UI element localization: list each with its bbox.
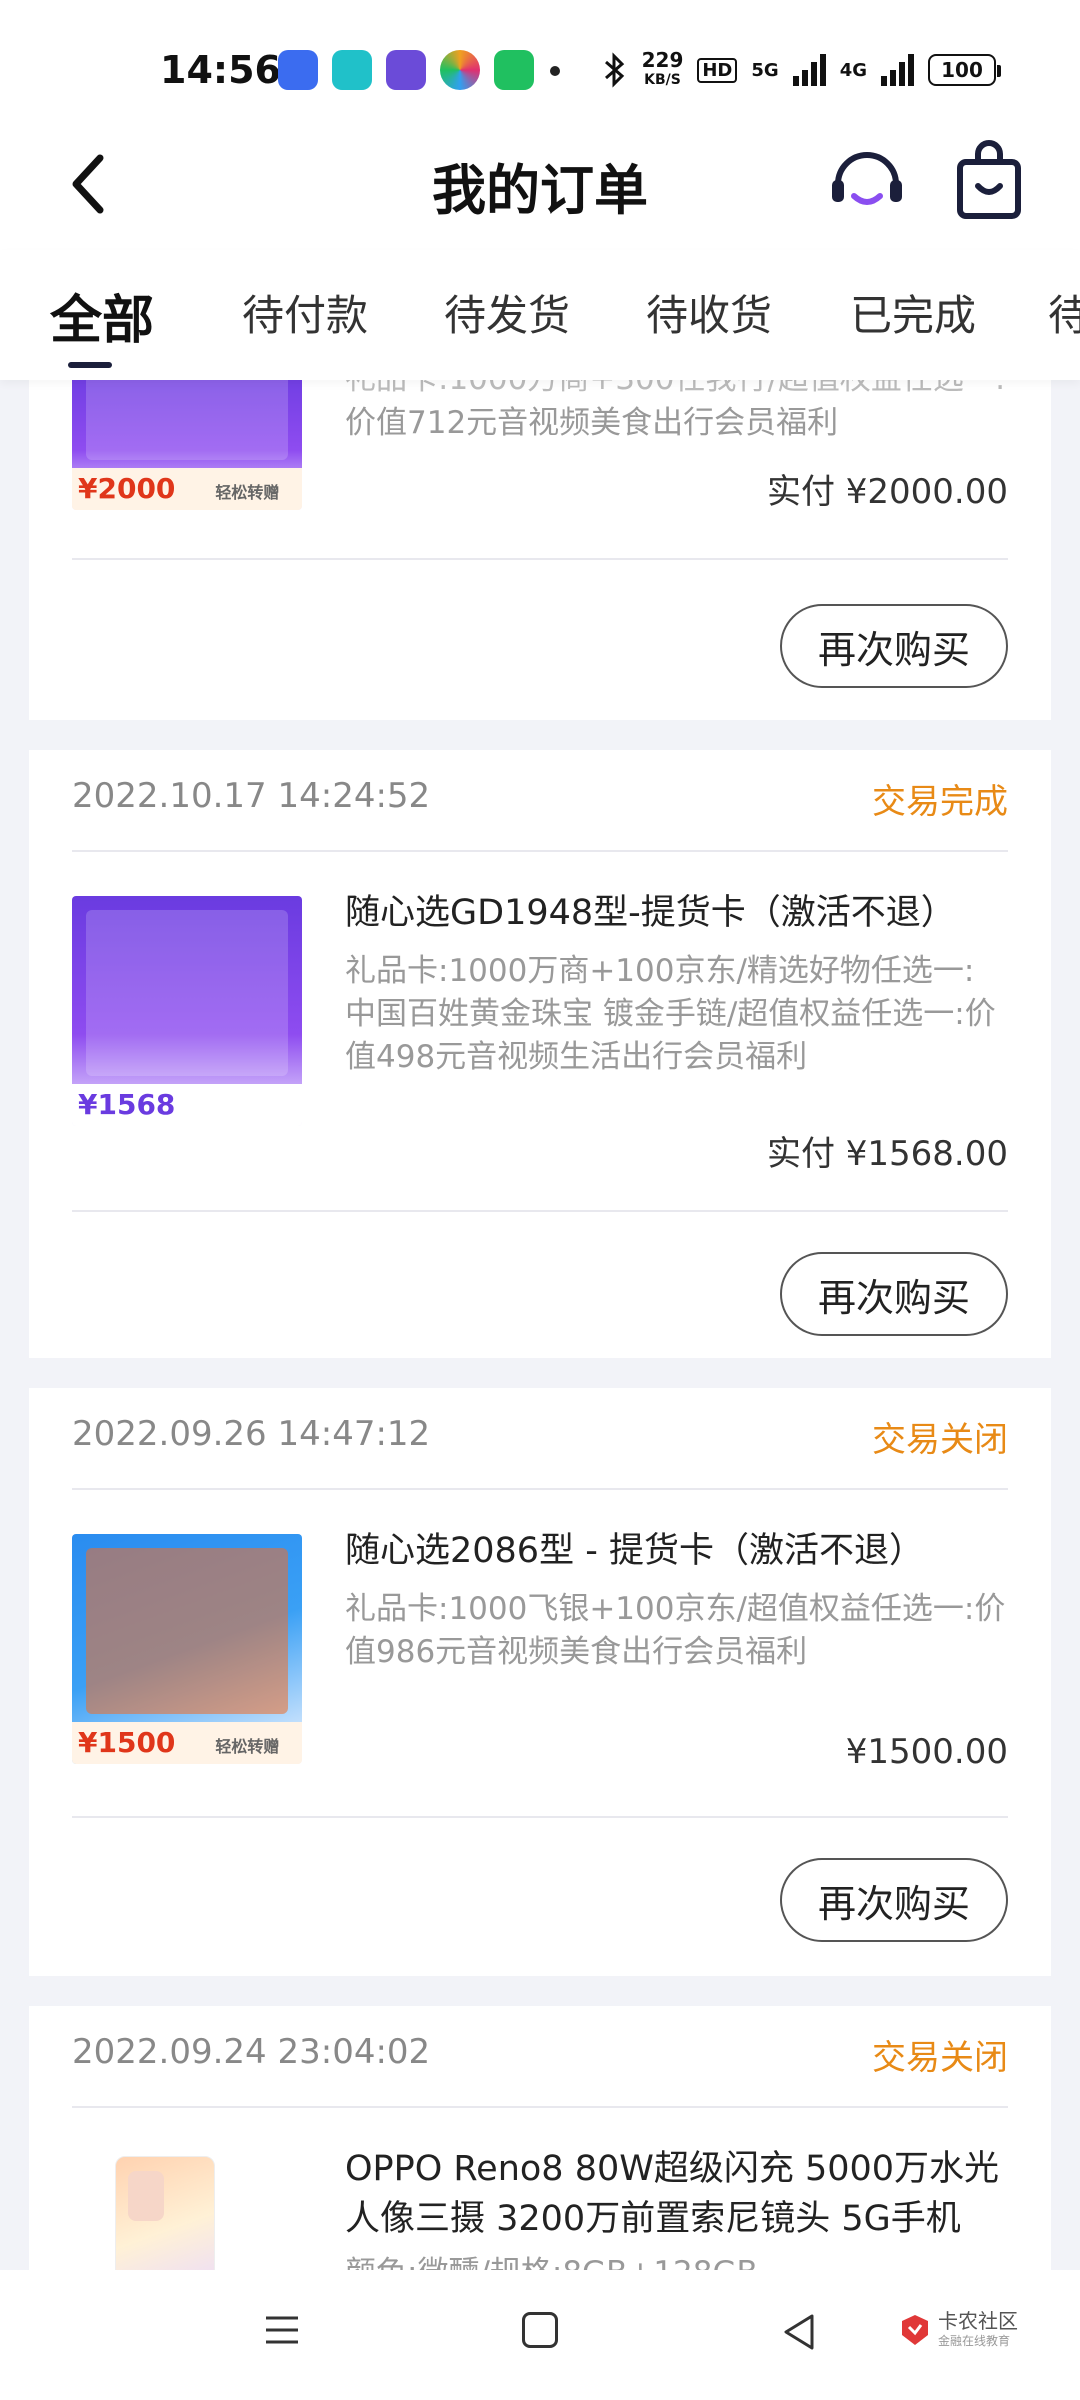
thumbnail-graphic bbox=[86, 380, 288, 460]
shield-app-icon bbox=[278, 50, 318, 90]
order-date: 2022.10.17 14:24:52 bbox=[72, 776, 431, 816]
customer-service-icon[interactable] bbox=[826, 140, 908, 222]
product-description: 颜色:微醺/规格:8GB+128GB bbox=[345, 2252, 1011, 2270]
tab-all[interactable]: 全部 bbox=[50, 278, 154, 353]
colorful-app-icon bbox=[440, 50, 480, 90]
buy-again-button[interactable]: 再次购买 bbox=[780, 1252, 1008, 1336]
bluetooth-icon bbox=[604, 52, 624, 88]
home-button-icon[interactable] bbox=[522, 2312, 558, 2348]
divider bbox=[72, 850, 1008, 852]
order-status: 交易关闭 bbox=[872, 2038, 1008, 2078]
tieba-app-icon bbox=[386, 50, 426, 90]
active-tab-indicator bbox=[68, 362, 112, 368]
thumbnail-price: ¥1568 bbox=[72, 1084, 302, 1126]
notification-icons bbox=[278, 50, 534, 90]
buy-again-button[interactable]: 再次购买 bbox=[780, 604, 1008, 688]
tab-pending-payment[interactable]: 待付款 bbox=[242, 282, 368, 343]
order-date: 2022.09.26 14:47:12 bbox=[72, 1414, 431, 1454]
home-app-icon bbox=[332, 50, 372, 90]
divider bbox=[72, 1210, 1008, 1212]
order-card: ¥2000轻松转赠 礼品卡:1000万商+300任我行/超值权益任选一: 价值7… bbox=[29, 380, 1051, 720]
signal-5g-icon bbox=[792, 54, 826, 86]
divider bbox=[72, 558, 1008, 560]
product-description: 礼品卡:1000万商+100京东/精选好物任选一: 中国百姓黄金珠宝 镀金手链/… bbox=[345, 953, 996, 1075]
shopping-bag-icon[interactable] bbox=[954, 140, 1024, 222]
phone-camera-icon bbox=[128, 2171, 164, 2221]
order-price: ¥1500.00 bbox=[845, 1732, 1008, 1772]
thumbnail-price: ¥1500 轻松转赠 bbox=[72, 1722, 302, 1764]
network-4g-label: 4G bbox=[839, 59, 867, 81]
order-price: 实付 ¥1568.00 bbox=[766, 1134, 1008, 1174]
order-status: 交易完成 bbox=[872, 782, 1008, 822]
order-price: 实付 ¥2000.00 bbox=[766, 472, 1008, 512]
system-navigation-bar: 卡农社区 金融在线教育 bbox=[0, 2270, 1080, 2400]
app-header: 我的订单 bbox=[0, 130, 1080, 250]
order-status: 交易关闭 bbox=[872, 1420, 1008, 1460]
product-title[interactable]: 随心选GD1948型-提货卡（激活不退） bbox=[345, 888, 1008, 938]
iqiyi-app-icon bbox=[494, 50, 534, 90]
status-indicators: 229 KB/S HD 5G 4G 100 bbox=[602, 48, 1001, 90]
more-notifications-dot bbox=[550, 66, 560, 76]
order-card: 2022.10.17 14:24:52 交易完成 ¥1568 随心选GD1948… bbox=[29, 750, 1051, 1358]
page-title: 我的订单 bbox=[432, 159, 648, 222]
thumbnail-price: ¥2000 轻松转赠 bbox=[72, 468, 302, 510]
thumbnail-graphic bbox=[86, 1548, 288, 1714]
tab-pending-shipment[interactable]: 待发货 bbox=[444, 282, 570, 343]
order-card: 2022.09.24 23:04:02 交易关闭 OPPO Reno8 80W超… bbox=[29, 2006, 1051, 2270]
hd-badge: HD bbox=[697, 57, 738, 83]
divider bbox=[72, 1816, 1008, 1818]
product-title[interactable]: OPPO Reno8 80W超级闪充 5000万水光人像三摄 3200万前置索尼… bbox=[345, 2144, 1008, 2244]
product-title[interactable]: 随心选2086型 - 提货卡（激活不退） bbox=[345, 1526, 1008, 1576]
battery-icon: 100 bbox=[928, 54, 1001, 86]
order-list: ¥2000轻松转赠 礼品卡:1000万商+300任我行/超值权益任选一: 价值7… bbox=[0, 380, 1080, 2270]
status-time: 14:56 bbox=[160, 48, 281, 92]
order-card: 2022.09.26 14:47:12 交易关闭 ¥1500 轻松转赠 随心选20… bbox=[29, 1388, 1051, 1976]
product-thumbnail[interactable]: ¥2000 轻松转赠 bbox=[72, 380, 302, 510]
watermark: 卡农社区 金融在线教育 bbox=[898, 2310, 1018, 2349]
tab-completed[interactable]: 已完成 bbox=[850, 282, 976, 343]
back-triangle-icon[interactable] bbox=[778, 2310, 818, 2354]
product-description-partial: 礼品卡:1000万商+300任我行/超值权益任选一: bbox=[345, 380, 1011, 392]
order-tabs: 全部 待付款 待发货 待收货 已完成 待 bbox=[0, 250, 1080, 380]
product-thumbnail[interactable]: ¥1500 轻松转赠 bbox=[72, 1534, 302, 1764]
menu-icon[interactable] bbox=[262, 2310, 302, 2350]
tab-pending-receipt[interactable]: 待收货 bbox=[646, 282, 772, 343]
network-speed: 229 KB/S bbox=[641, 48, 684, 88]
product-thumbnail[interactable]: ¥1568 bbox=[72, 896, 302, 1126]
thumbnail-graphic bbox=[86, 910, 288, 1076]
watermark-logo-icon bbox=[902, 2314, 928, 2345]
product-thumbnail[interactable] bbox=[115, 2156, 215, 2270]
tab-pending-review[interactable]: 待 bbox=[1048, 282, 1080, 343]
buy-again-button[interactable]: 再次购买 bbox=[780, 1858, 1008, 1942]
network-5g-label: 5G bbox=[751, 59, 779, 81]
product-description: 礼品卡:1000飞银+100京东/超值权益任选一:价值986元音视频美食出行会员… bbox=[345, 1591, 1006, 1670]
status-bar: 14:56 229 KB/S HD 5G 4G 100 bbox=[0, 0, 1080, 130]
signal-4g-icon bbox=[881, 54, 914, 86]
order-date: 2022.09.24 23:04:02 bbox=[72, 2032, 431, 2072]
divider bbox=[72, 1488, 1008, 1490]
watermark-title: 卡农社区 bbox=[938, 2309, 1018, 2333]
divider bbox=[72, 2106, 1008, 2108]
watermark-subtitle: 金融在线教育 bbox=[938, 2334, 1011, 2348]
product-description: 价值712元音视频美食出行会员福利 bbox=[345, 405, 839, 441]
